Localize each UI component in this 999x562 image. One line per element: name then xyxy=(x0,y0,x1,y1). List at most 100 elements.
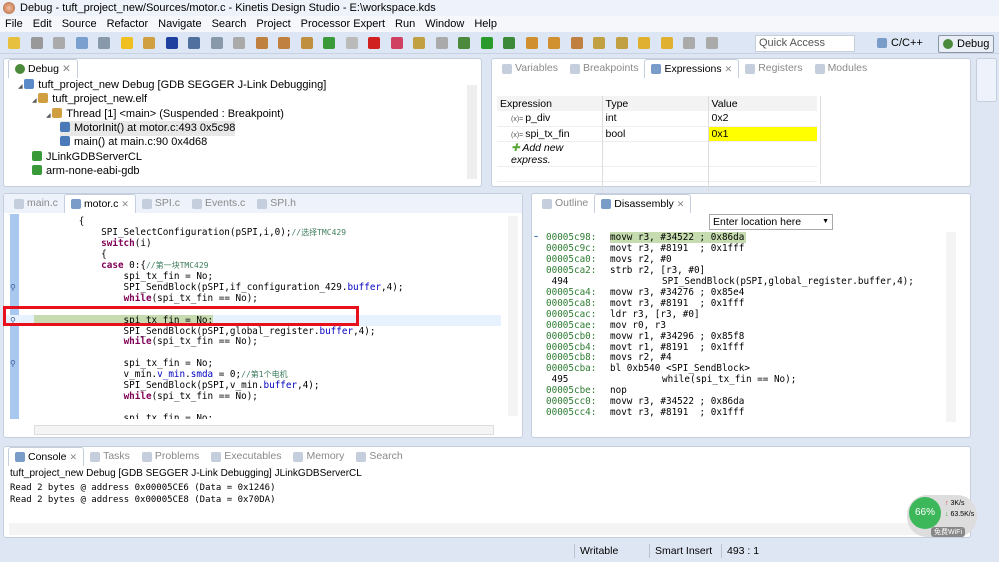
toolbar-button-icon[interactable] xyxy=(75,37,88,49)
breakpoint-icon[interactable]: ⚲ xyxy=(10,358,16,369)
tab-motor-c[interactable]: motor.c ✕ xyxy=(63,194,136,214)
toolbar-button-icon[interactable] xyxy=(368,37,380,49)
menu-navigate[interactable]: Navigate xyxy=(153,16,206,32)
code-line[interactable]: case 0:{//第一块TMC429 xyxy=(4,260,501,271)
toolbar-button-icon[interactable] xyxy=(615,37,628,49)
menu-project[interactable]: Project xyxy=(251,16,295,32)
disassembly-line[interactable]: 495 while(spi_tx_fin == No); xyxy=(532,374,942,385)
toolbar-button-icon[interactable] xyxy=(188,37,200,49)
toolbar-button-icon[interactable] xyxy=(390,37,403,49)
disassembly-line[interactable]: 00005cc0: movw r3, #34522 ; 0x86da xyxy=(532,396,942,407)
menu-help[interactable]: Help xyxy=(469,16,502,32)
tab-memory[interactable]: Memory xyxy=(287,447,350,466)
expression-value[interactable]: 0x1 xyxy=(708,126,817,141)
code-line[interactable]: while(spi_tx_fin == No); xyxy=(4,293,501,304)
tab-debug[interactable]: Debug ✕ xyxy=(8,59,78,78)
tab-outline[interactable]: Outline xyxy=(536,194,594,213)
perspective-button-debug[interactable]: Debug xyxy=(938,35,995,53)
expression-row[interactable]: (x)= spi_tx_fin bool 0x1 xyxy=(497,126,817,141)
menu-run[interactable]: Run xyxy=(390,16,420,32)
disassembly-line[interactable]: 00005cb4: movt r1, #8191 ; 0x1fff xyxy=(532,342,942,353)
tab-spi-h[interactable]: SPI.h xyxy=(251,194,302,213)
toolbar-button-icon[interactable] xyxy=(323,37,335,49)
menu-source[interactable]: Source xyxy=(57,16,102,32)
toolbar-button-icon[interactable] xyxy=(480,37,493,49)
disassembly-line[interactable]: 00005cc4: movt r3, #8191 ; 0x1fff xyxy=(532,407,942,418)
menu-search[interactable]: Search xyxy=(207,16,252,32)
tab-executables[interactable]: Executables xyxy=(205,447,287,466)
code-line[interactable]: v_min.v_min.smda = 0;//第1个电机 xyxy=(4,369,501,380)
debug-tree-item[interactable]: ◢ Thread [1] <main> (Suspended : Breakpo… xyxy=(46,107,284,122)
chevron-down-icon[interactable]: ▼ xyxy=(822,215,829,229)
toolbar-button-icon[interactable] xyxy=(210,37,223,49)
code-line[interactable]: SPI_SendBlock(pSPI,global_register.buffe… xyxy=(4,326,501,337)
toolbar-button-icon[interactable] xyxy=(165,37,178,49)
expression-detail-pane[interactable] xyxy=(820,96,968,184)
code-line[interactable]: while(spi_tx_fin == No); xyxy=(4,336,501,347)
close-icon[interactable]: ✕ xyxy=(70,448,78,467)
column-header-type[interactable]: Type xyxy=(602,96,709,111)
toolbar-button-icon[interactable] xyxy=(98,37,110,49)
debug-scrollbar[interactable] xyxy=(467,85,477,179)
disassembly-line[interactable]: 00005cb8: movs r2, #4 xyxy=(532,352,942,363)
perspective-button-cc[interactable]: C/C++ xyxy=(873,35,927,53)
code-line[interactable] xyxy=(4,402,501,413)
editor-horizontal-scrollbar[interactable] xyxy=(34,425,494,435)
code-line[interactable]: SPI_SelectConfiguration(pSPI,i,0);//选择TM… xyxy=(4,227,501,238)
disassembly-line[interactable]: 00005ca4: movw r3, #34276 ; 0x85e4 xyxy=(532,287,942,298)
expression-row[interactable]: (x)= p_div int 0x2 xyxy=(497,111,817,126)
wifi-label[interactable]: 免费WiFi xyxy=(931,527,965,537)
tab-search[interactable]: Search xyxy=(350,447,408,466)
disassembly-line[interactable]: 00005cae: mov r0, r3 xyxy=(532,320,942,331)
disassembly-line[interactable]: 00005ca8: movt r3, #8191 ; 0x1fff xyxy=(532,298,942,309)
debug-tree-item[interactable]: ◢ tuft_project_new.elf xyxy=(32,92,147,107)
debug-tree-item[interactable]: ◢ tuft_project_new Debug [GDB SEGGER J-L… xyxy=(18,78,326,93)
editor-vertical-scrollbar[interactable] xyxy=(508,216,518,416)
debug-tree-item[interactable]: JLinkGDBServerCL xyxy=(32,150,142,165)
expression-value[interactable]: 0x2 xyxy=(708,111,817,126)
toolbar-button-icon[interactable] xyxy=(143,37,155,49)
tab-breakpoints[interactable]: Breakpoints xyxy=(564,59,644,78)
disassembly-line[interactable]: 00005cb0: movw r1, #34296 ; 0x85f8 xyxy=(532,331,942,342)
tab-tasks[interactable]: Tasks xyxy=(84,447,136,466)
close-icon[interactable]: ✕ xyxy=(121,195,129,214)
tab-console[interactable]: Console ✕ xyxy=(8,447,85,467)
menu-window[interactable]: Window xyxy=(420,16,469,32)
tab-events-c[interactable]: Events.c xyxy=(186,194,251,213)
close-icon[interactable]: ✕ xyxy=(677,195,685,214)
code-line[interactable]: spi_tx_fin = No; xyxy=(4,413,501,419)
toolbar-button-icon[interactable] xyxy=(53,37,65,49)
code-line[interactable] xyxy=(4,347,501,358)
tab-modules[interactable]: Modules xyxy=(809,59,874,78)
code-line[interactable]: while(spi_tx_fin == No); xyxy=(4,391,501,402)
current-instruction[interactable]: ➡ 00005c98: movw r3, #34522 ; 0x86da xyxy=(532,232,942,243)
toolbar-button-icon[interactable] xyxy=(255,37,268,49)
menu-refactor[interactable]: Refactor xyxy=(102,16,154,32)
toolbar-button-icon[interactable] xyxy=(8,37,20,49)
debug-tree-item[interactable]: MotorInit() at motor.c:493 0x5c98 xyxy=(60,120,236,136)
toolbar-button-icon[interactable] xyxy=(705,37,718,49)
toolbar-button-icon[interactable] xyxy=(570,37,583,49)
quick-access-input[interactable]: Quick Access xyxy=(755,35,855,52)
toolbar-button-icon[interactable] xyxy=(638,37,650,49)
toolbar-button-icon[interactable] xyxy=(458,37,470,49)
toolbar-button-icon[interactable] xyxy=(345,37,358,49)
toolbar-button-icon[interactable] xyxy=(300,37,313,49)
toolbar-button-icon[interactable] xyxy=(593,37,605,49)
tab-main-c[interactable]: main.c xyxy=(8,194,64,213)
menu-file[interactable]: File xyxy=(0,16,28,32)
disassembly-line[interactable]: 00005c9c: movt r3, #8191 ; 0x1fff xyxy=(532,243,942,254)
toolbar-button-icon[interactable] xyxy=(120,37,133,49)
code-line[interactable]: ⚲ spi_tx_fin = No; xyxy=(4,358,501,369)
toolbar-button-icon[interactable] xyxy=(683,37,695,49)
column-header-value[interactable]: Value xyxy=(708,96,817,111)
tab-registers[interactable]: Registers xyxy=(739,59,808,78)
network-widget[interactable]: 66% ↑ 3K/s ↓ 63.5K/s 免费WiFi xyxy=(907,495,977,537)
toolbar-button-icon[interactable] xyxy=(413,37,425,49)
close-icon[interactable]: ✕ xyxy=(725,60,733,79)
toolbar-button-icon[interactable] xyxy=(660,37,673,49)
code-line[interactable]: ⚲ SPI_SendBlock(pSPI,if_configuration_42… xyxy=(4,282,501,293)
code-line[interactable]: switch(i) xyxy=(4,238,501,249)
breakpoint-icon[interactable]: ⚲ xyxy=(10,282,16,293)
menu-processor-expert[interactable]: Processor Expert xyxy=(296,16,390,32)
